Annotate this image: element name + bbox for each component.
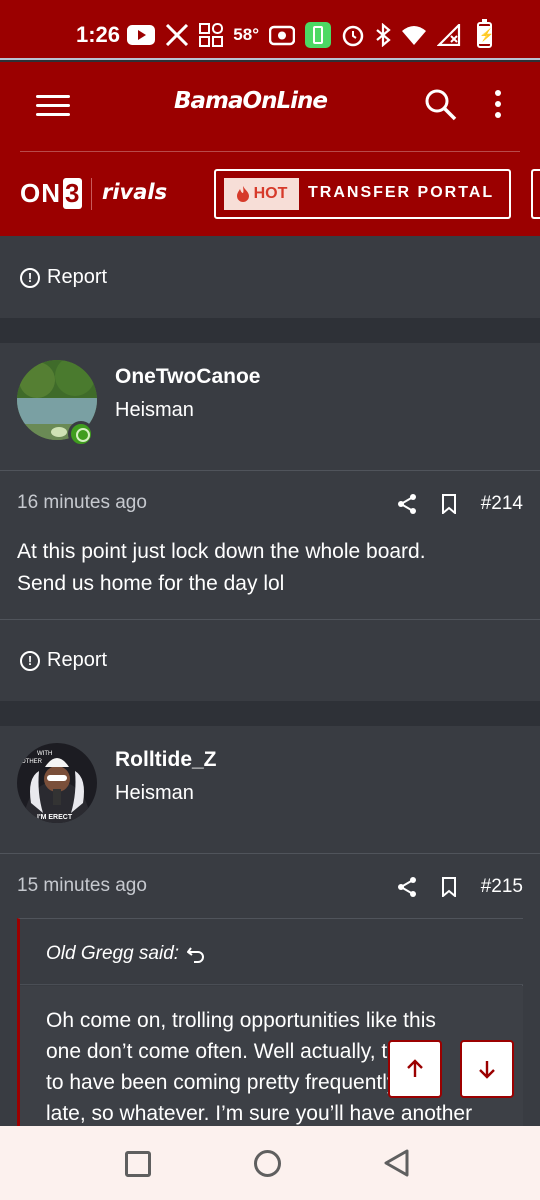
transfer-portal-button[interactable]: HOT TRANSFER PORTAL bbox=[214, 169, 511, 219]
username[interactable]: OneTwoCanoe bbox=[115, 365, 260, 389]
menu-icon[interactable] bbox=[36, 92, 70, 118]
post-214: OneTwoCanoe Heisman 16 minutes ago #214 … bbox=[0, 343, 540, 701]
back-button[interactable] bbox=[381, 1147, 413, 1179]
bluetooth-icon bbox=[375, 23, 391, 47]
wifi-icon bbox=[401, 23, 427, 47]
camera-icon bbox=[269, 23, 295, 47]
quote-author[interactable]: Old Gregg said: bbox=[46, 943, 205, 965]
status-icons: 58° bbox=[127, 19, 492, 50]
report-link[interactable]: ! Report bbox=[20, 266, 107, 289]
youtube-icon bbox=[127, 23, 156, 47]
alarm-icon bbox=[341, 23, 365, 47]
report-label: Report bbox=[47, 266, 108, 288]
signal-icon bbox=[437, 23, 461, 47]
avatar[interactable]: WITH OTHER I'M ERECT bbox=[17, 743, 97, 823]
alert-icon: ! bbox=[20, 267, 40, 288]
user-title: Heisman bbox=[115, 782, 194, 804]
arrow-down-icon bbox=[479, 1061, 495, 1079]
post-footer: ! Report bbox=[0, 236, 540, 318]
quote-header[interactable]: Old Gregg said: bbox=[20, 919, 523, 985]
username[interactable]: Rolltide_Z bbox=[115, 748, 217, 772]
post-number[interactable]: #215 bbox=[481, 876, 523, 898]
report-label: Report bbox=[47, 649, 108, 671]
status-bar: 1:26 58° bbox=[0, 0, 540, 60]
on3-logo[interactable]: ON 3 bbox=[20, 178, 83, 209]
on3-text: ON bbox=[20, 178, 61, 208]
post-timestamp[interactable]: 16 minutes ago bbox=[17, 492, 147, 514]
more-options-icon[interactable] bbox=[493, 90, 503, 122]
on3-number: 3 bbox=[63, 178, 83, 209]
flame-icon bbox=[236, 186, 249, 202]
arrow-up-icon bbox=[407, 1059, 423, 1077]
alert-icon: ! bbox=[20, 650, 40, 671]
share-icon[interactable] bbox=[397, 876, 417, 898]
divider bbox=[0, 853, 540, 854]
quote-block: Old Gregg said: Oh come on, trolling opp… bbox=[17, 918, 523, 1126]
bookmark-icon[interactable] bbox=[441, 494, 457, 514]
recents-button[interactable] bbox=[125, 1151, 151, 1177]
search-icon[interactable] bbox=[424, 88, 458, 122]
online-status-icon bbox=[68, 421, 94, 447]
user-title: Heisman bbox=[115, 399, 194, 421]
next-nav-button[interactable] bbox=[531, 169, 540, 219]
transfer-portal-label: TRANSFER PORTAL bbox=[308, 184, 495, 201]
avatar-caption: OTHER bbox=[21, 759, 43, 765]
thread-content: ! Report OneTwoCanoe Heisman 16 minutes … bbox=[0, 236, 540, 1126]
quote-line: late, so whatever. I’m sure you’ll have … bbox=[46, 1102, 473, 1125]
quote-line: Oh come on, trolling opportunities like … bbox=[46, 1009, 436, 1032]
post-body-line: Send us home for the day lol bbox=[17, 572, 285, 595]
brand-separator bbox=[91, 178, 92, 210]
share-icon[interactable] bbox=[397, 493, 417, 515]
jump-to-quote-icon[interactable] bbox=[187, 945, 205, 963]
temperature-text: 58° bbox=[233, 25, 259, 44]
status-time: 1:26 bbox=[76, 22, 121, 47]
post-body-line: At this point just lock down the whole b… bbox=[17, 540, 426, 563]
post-body: At this point just lock down the whole b… bbox=[17, 536, 517, 600]
scroll-down-button[interactable] bbox=[460, 1040, 514, 1098]
post-number[interactable]: #214 bbox=[481, 493, 523, 515]
hot-badge: HOT bbox=[224, 178, 299, 210]
battery-icon bbox=[477, 19, 492, 48]
hot-label: HOT bbox=[253, 185, 288, 202]
avatar-caption: WITH bbox=[37, 751, 52, 757]
divider bbox=[0, 470, 540, 471]
post-actions: #214 bbox=[397, 493, 523, 515]
x-icon bbox=[165, 23, 189, 47]
battery-saver-icon bbox=[305, 22, 331, 48]
site-logo[interactable]: BamaOnLine bbox=[174, 88, 328, 114]
bookmark-icon[interactable] bbox=[441, 877, 457, 897]
post-actions: #215 bbox=[397, 876, 523, 898]
report-link[interactable]: ! Report bbox=[20, 649, 107, 672]
system-nav-bar bbox=[0, 1126, 540, 1200]
divider bbox=[0, 619, 540, 620]
scroll-up-button[interactable] bbox=[388, 1040, 442, 1098]
quote-author-label: Old Gregg said: bbox=[46, 943, 180, 964]
avatar-caption: I'M ERECT bbox=[37, 814, 73, 821]
rivals-logo[interactable]: rivals bbox=[102, 180, 167, 204]
post-timestamp[interactable]: 15 minutes ago bbox=[17, 875, 147, 897]
site-header: BamaOnLine ON 3 rivals HOT TRANSFER PORTA… bbox=[0, 62, 540, 236]
grid-app-icon bbox=[199, 23, 224, 47]
home-button[interactable] bbox=[254, 1150, 281, 1177]
header-divider bbox=[20, 151, 520, 152]
